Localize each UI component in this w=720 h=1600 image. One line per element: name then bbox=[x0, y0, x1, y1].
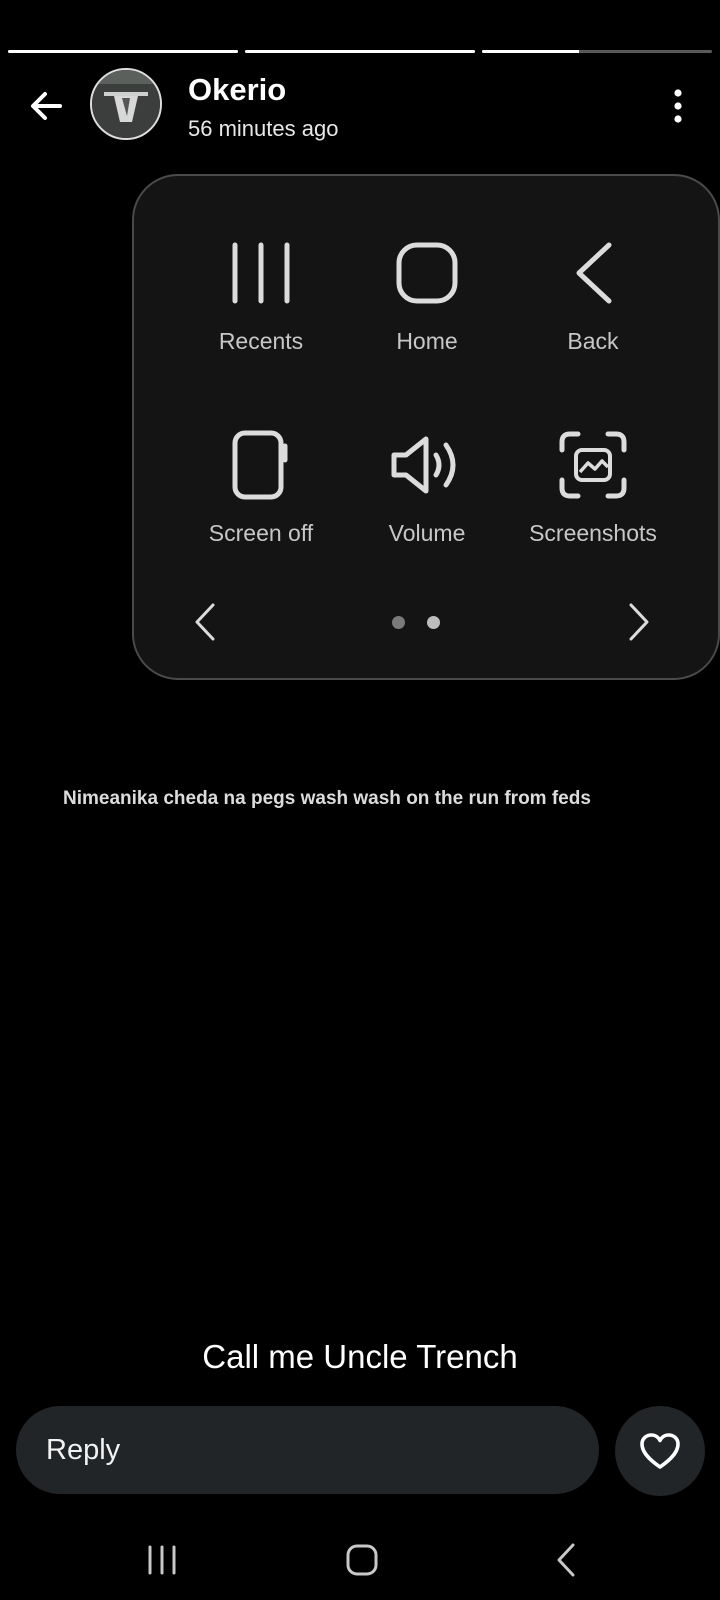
timestamp: 56 minutes ago bbox=[188, 116, 339, 141]
progress-segment bbox=[8, 50, 238, 53]
back-button[interactable] bbox=[22, 82, 70, 130]
user-name[interactable]: Okerio bbox=[188, 72, 286, 108]
page-dot bbox=[392, 616, 405, 629]
assistant-home-button[interactable]: Home bbox=[344, 234, 510, 394]
chevron-right-icon bbox=[629, 603, 649, 641]
progress-segment bbox=[245, 50, 475, 53]
assistant-back-button[interactable]: Back bbox=[510, 234, 676, 394]
progress-segment bbox=[482, 50, 712, 53]
assistant-item-label: Recents bbox=[218, 328, 304, 354]
story-viewer: Okerio 56 minutes ago Recents Home Back … bbox=[0, 0, 720, 1600]
home-icon bbox=[346, 1544, 378, 1576]
avatar[interactable] bbox=[90, 68, 162, 140]
assistant-recents-button[interactable]: Recents bbox=[178, 234, 344, 394]
more-vertical-icon bbox=[674, 89, 682, 123]
volume-icon bbox=[391, 436, 456, 494]
recents-icon bbox=[148, 1545, 176, 1575]
avatar-image bbox=[92, 70, 160, 138]
heart-icon bbox=[640, 1433, 680, 1469]
page-dot bbox=[427, 616, 440, 629]
assistant-next-page-button[interactable] bbox=[614, 594, 664, 650]
arrow-left-icon bbox=[31, 92, 62, 120]
assistant-item-label: Screenshots bbox=[529, 520, 657, 546]
nav-back-button[interactable] bbox=[531, 1530, 601, 1590]
assistant-prev-page-button[interactable] bbox=[180, 594, 230, 650]
chevron-left-icon bbox=[195, 603, 215, 641]
nav-recents-button[interactable] bbox=[127, 1530, 197, 1590]
page-indicator bbox=[392, 616, 440, 629]
assistant-item-label: Volume bbox=[388, 520, 466, 546]
like-button[interactable] bbox=[615, 1406, 705, 1496]
screen-off-icon bbox=[232, 430, 288, 500]
story-caption: Nimeanika cheda na pegs wash wash on the… bbox=[63, 788, 591, 809]
recents-icon bbox=[232, 242, 290, 304]
nav-home-button[interactable] bbox=[327, 1530, 397, 1590]
assistant-item-label: Back bbox=[567, 328, 619, 354]
reply-input[interactable]: Reply bbox=[16, 1406, 599, 1494]
back-icon bbox=[557, 1543, 575, 1577]
home-icon bbox=[396, 242, 458, 304]
more-options-button[interactable] bbox=[658, 84, 698, 128]
assistant-item-label: Screen off bbox=[208, 520, 314, 546]
story-text: Call me Uncle Trench bbox=[202, 1338, 518, 1375]
assistant-screen-off-button[interactable]: Screen off bbox=[178, 426, 344, 586]
assistant-volume-button[interactable]: Volume bbox=[344, 426, 510, 586]
assistant-menu-panel: Recents Home Back Screen off Volume Scre… bbox=[132, 174, 720, 680]
back-icon bbox=[576, 242, 612, 304]
assistant-screenshot-button[interactable]: Screenshots bbox=[510, 426, 676, 586]
story-progress bbox=[8, 50, 712, 53]
assistant-item-label: Home bbox=[396, 328, 458, 354]
screenshot-icon bbox=[559, 431, 627, 499]
